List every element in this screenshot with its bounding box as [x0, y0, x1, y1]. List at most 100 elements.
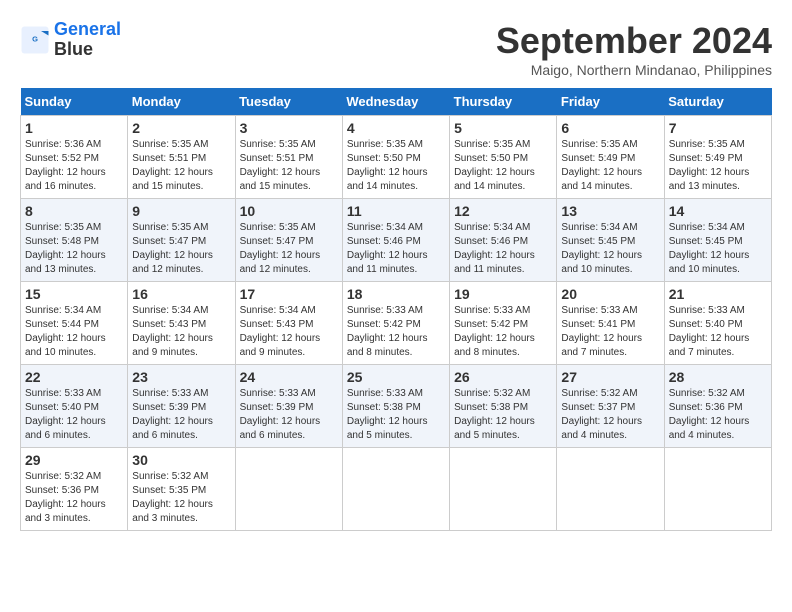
day-detail: Sunrise: 5:35 AM Sunset: 5:49 PM Dayligh… — [561, 138, 659, 194]
day-detail: Sunrise: 5:35 AM Sunset: 5:47 PM Dayligh… — [240, 221, 338, 277]
day-detail: Sunrise: 5:33 AM Sunset: 5:40 PM Dayligh… — [669, 304, 767, 360]
day-cell-3: 3 Sunrise: 5:35 AM Sunset: 5:51 PM Dayli… — [235, 116, 342, 199]
header-row: SundayMondayTuesdayWednesdayThursdayFrid… — [21, 88, 772, 116]
day-number: 20 — [561, 286, 659, 302]
day-number: 12 — [454, 203, 552, 219]
column-header-thursday: Thursday — [450, 88, 557, 116]
day-number: 1 — [25, 120, 123, 136]
day-detail: Sunrise: 5:33 AM Sunset: 5:38 PM Dayligh… — [347, 387, 445, 443]
column-header-tuesday: Tuesday — [235, 88, 342, 116]
day-number: 27 — [561, 369, 659, 385]
day-number: 15 — [25, 286, 123, 302]
day-number: 5 — [454, 120, 552, 136]
day-cell-8: 8 Sunrise: 5:35 AM Sunset: 5:48 PM Dayli… — [21, 199, 128, 282]
day-number: 23 — [132, 369, 230, 385]
day-number: 24 — [240, 369, 338, 385]
day-cell-2: 2 Sunrise: 5:35 AM Sunset: 5:51 PM Dayli… — [128, 116, 235, 199]
day-cell-25: 25 Sunrise: 5:33 AM Sunset: 5:38 PM Dayl… — [342, 365, 449, 448]
calendar-week-5: 29 Sunrise: 5:32 AM Sunset: 5:36 PM Dayl… — [21, 448, 772, 531]
day-cell-29: 29 Sunrise: 5:32 AM Sunset: 5:36 PM Dayl… — [21, 448, 128, 531]
day-cell-6: 6 Sunrise: 5:35 AM Sunset: 5:49 PM Dayli… — [557, 116, 664, 199]
day-cell-28: 28 Sunrise: 5:32 AM Sunset: 5:36 PM Dayl… — [664, 365, 771, 448]
calendar-week-3: 15 Sunrise: 5:34 AM Sunset: 5:44 PM Dayl… — [21, 282, 772, 365]
day-cell-18: 18 Sunrise: 5:33 AM Sunset: 5:42 PM Dayl… — [342, 282, 449, 365]
column-header-monday: Monday — [128, 88, 235, 116]
empty-cell — [342, 448, 449, 531]
day-detail: Sunrise: 5:32 AM Sunset: 5:37 PM Dayligh… — [561, 387, 659, 443]
day-number: 28 — [669, 369, 767, 385]
calendar-week-2: 8 Sunrise: 5:35 AM Sunset: 5:48 PM Dayli… — [21, 199, 772, 282]
day-detail: Sunrise: 5:33 AM Sunset: 5:42 PM Dayligh… — [347, 304, 445, 360]
day-detail: Sunrise: 5:32 AM Sunset: 5:36 PM Dayligh… — [669, 387, 767, 443]
day-cell-30: 30 Sunrise: 5:32 AM Sunset: 5:35 PM Dayl… — [128, 448, 235, 531]
day-detail: Sunrise: 5:35 AM Sunset: 5:50 PM Dayligh… — [454, 138, 552, 194]
empty-cell — [557, 448, 664, 531]
day-cell-23: 23 Sunrise: 5:33 AM Sunset: 5:39 PM Dayl… — [128, 365, 235, 448]
svg-text:G: G — [32, 34, 38, 43]
day-cell-12: 12 Sunrise: 5:34 AM Sunset: 5:46 PM Dayl… — [450, 199, 557, 282]
calendar-title: September 2024 — [496, 20, 772, 62]
day-number: 6 — [561, 120, 659, 136]
empty-cell — [664, 448, 771, 531]
day-detail: Sunrise: 5:34 AM Sunset: 5:46 PM Dayligh… — [347, 221, 445, 277]
day-cell-17: 17 Sunrise: 5:34 AM Sunset: 5:43 PM Dayl… — [235, 282, 342, 365]
day-detail: Sunrise: 5:34 AM Sunset: 5:45 PM Dayligh… — [561, 221, 659, 277]
day-detail: Sunrise: 5:34 AM Sunset: 5:44 PM Dayligh… — [25, 304, 123, 360]
logo-icon: G — [20, 25, 50, 55]
day-number: 17 — [240, 286, 338, 302]
day-cell-1: 1 Sunrise: 5:36 AM Sunset: 5:52 PM Dayli… — [21, 116, 128, 199]
day-detail: Sunrise: 5:35 AM Sunset: 5:48 PM Dayligh… — [25, 221, 123, 277]
day-number: 22 — [25, 369, 123, 385]
day-cell-4: 4 Sunrise: 5:35 AM Sunset: 5:50 PM Dayli… — [342, 116, 449, 199]
day-number: 2 — [132, 120, 230, 136]
day-number: 14 — [669, 203, 767, 219]
day-number: 10 — [240, 203, 338, 219]
day-detail: Sunrise: 5:35 AM Sunset: 5:50 PM Dayligh… — [347, 138, 445, 194]
day-cell-13: 13 Sunrise: 5:34 AM Sunset: 5:45 PM Dayl… — [557, 199, 664, 282]
calendar-week-4: 22 Sunrise: 5:33 AM Sunset: 5:40 PM Dayl… — [21, 365, 772, 448]
day-number: 8 — [25, 203, 123, 219]
calendar-subtitle: Maigo, Northern Mindanao, Philippines — [496, 62, 772, 78]
day-number: 29 — [25, 452, 123, 468]
page-header: G General Blue September 2024 Maigo, Nor… — [20, 20, 772, 78]
day-detail: Sunrise: 5:32 AM Sunset: 5:35 PM Dayligh… — [132, 470, 230, 526]
day-cell-27: 27 Sunrise: 5:32 AM Sunset: 5:37 PM Dayl… — [557, 365, 664, 448]
day-cell-15: 15 Sunrise: 5:34 AM Sunset: 5:44 PM Dayl… — [21, 282, 128, 365]
day-cell-5: 5 Sunrise: 5:35 AM Sunset: 5:50 PM Dayli… — [450, 116, 557, 199]
empty-cell — [450, 448, 557, 531]
day-number: 7 — [669, 120, 767, 136]
day-number: 13 — [561, 203, 659, 219]
day-number: 11 — [347, 203, 445, 219]
day-detail: Sunrise: 5:36 AM Sunset: 5:52 PM Dayligh… — [25, 138, 123, 194]
logo: G General Blue — [20, 20, 121, 60]
day-cell-21: 21 Sunrise: 5:33 AM Sunset: 5:40 PM Dayl… — [664, 282, 771, 365]
day-detail: Sunrise: 5:33 AM Sunset: 5:41 PM Dayligh… — [561, 304, 659, 360]
column-header-wednesday: Wednesday — [342, 88, 449, 116]
day-detail: Sunrise: 5:35 AM Sunset: 5:51 PM Dayligh… — [132, 138, 230, 194]
day-detail: Sunrise: 5:32 AM Sunset: 5:36 PM Dayligh… — [25, 470, 123, 526]
day-detail: Sunrise: 5:33 AM Sunset: 5:42 PM Dayligh… — [454, 304, 552, 360]
day-detail: Sunrise: 5:35 AM Sunset: 5:51 PM Dayligh… — [240, 138, 338, 194]
day-detail: Sunrise: 5:34 AM Sunset: 5:43 PM Dayligh… — [132, 304, 230, 360]
day-cell-11: 11 Sunrise: 5:34 AM Sunset: 5:46 PM Dayl… — [342, 199, 449, 282]
day-number: 9 — [132, 203, 230, 219]
day-detail: Sunrise: 5:32 AM Sunset: 5:38 PM Dayligh… — [454, 387, 552, 443]
calendar-table: SundayMondayTuesdayWednesdayThursdayFrid… — [20, 88, 772, 531]
empty-cell — [235, 448, 342, 531]
day-cell-22: 22 Sunrise: 5:33 AM Sunset: 5:40 PM Dayl… — [21, 365, 128, 448]
day-number: 16 — [132, 286, 230, 302]
day-detail: Sunrise: 5:35 AM Sunset: 5:49 PM Dayligh… — [669, 138, 767, 194]
calendar-week-1: 1 Sunrise: 5:36 AM Sunset: 5:52 PM Dayli… — [21, 116, 772, 199]
day-detail: Sunrise: 5:34 AM Sunset: 5:43 PM Dayligh… — [240, 304, 338, 360]
day-number: 4 — [347, 120, 445, 136]
day-detail: Sunrise: 5:35 AM Sunset: 5:47 PM Dayligh… — [132, 221, 230, 277]
day-number: 19 — [454, 286, 552, 302]
day-cell-19: 19 Sunrise: 5:33 AM Sunset: 5:42 PM Dayl… — [450, 282, 557, 365]
column-header-saturday: Saturday — [664, 88, 771, 116]
day-cell-20: 20 Sunrise: 5:33 AM Sunset: 5:41 PM Dayl… — [557, 282, 664, 365]
day-detail: Sunrise: 5:34 AM Sunset: 5:45 PM Dayligh… — [669, 221, 767, 277]
day-cell-10: 10 Sunrise: 5:35 AM Sunset: 5:47 PM Dayl… — [235, 199, 342, 282]
day-detail: Sunrise: 5:33 AM Sunset: 5:39 PM Dayligh… — [240, 387, 338, 443]
day-number: 25 — [347, 369, 445, 385]
logo-text: General Blue — [54, 20, 121, 60]
